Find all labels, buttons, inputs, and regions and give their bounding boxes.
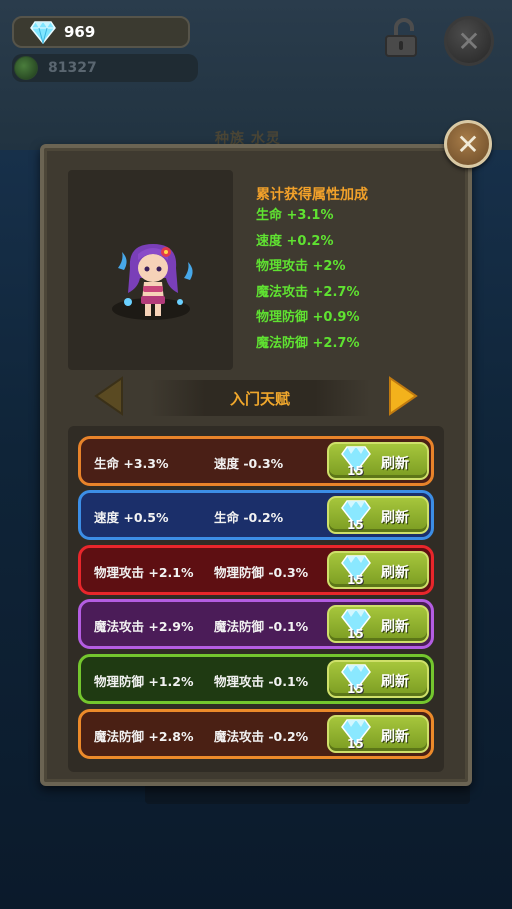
talent-row-2: 速度 +0.5% 生命 -0.2% 15 刷新 [78,490,434,540]
bonus-magic-defense: 魔法防御 +2.7% [256,335,360,351]
orb-amount: 81327 [48,60,97,76]
bonus-hp: 生命 +3.1% [256,208,334,223]
row-stat-secondary: 速度 -0.3% [214,456,284,471]
close-icon[interactable]: ✕ [444,16,494,66]
refresh-cost: 15 [347,573,364,587]
row-stat-secondary: 物理攻击 -0.1% [214,674,309,689]
row-stat-primary: 魔法攻击 +2.9% [94,619,194,634]
row-stat-primary: 生命 +3.3% [94,456,169,471]
talent-row-3: 物理攻击 +2.1% 物理防御 -0.3% 15 刷新 [78,545,434,595]
refresh-cost: 15 [347,682,364,696]
refresh-cost: 15 [347,627,364,641]
hero-portrait [68,170,233,370]
refresh-cost: 15 [347,518,364,532]
refresh-button[interactable]: 15 刷新 [327,496,429,534]
talent-row-6: 魔法防御 +2.8% 魔法攻击 -0.2% 15 刷新 [78,709,434,759]
refresh-label: 刷新 [381,456,409,472]
refresh-cost: 15 [347,464,364,478]
refresh-label: 刷新 [381,510,409,526]
talent-row-4: 魔法攻击 +2.9% 魔法防御 -0.1% 15 刷新 [78,599,434,649]
close-icon[interactable]: ✕ [444,120,492,168]
refresh-label: 刷新 [381,565,409,581]
bonus-physical-attack: 物理攻击 +2% [256,259,346,275]
bonus-physical-defense: 物理防御 +0.9% [256,310,360,326]
row-stat-primary: 物理攻击 +2.1% [94,565,194,580]
arrow-right-icon[interactable] [386,376,420,416]
refresh-label: 刷新 [381,619,409,635]
bonus-title: 累计获得属性加成 [256,187,368,203]
diamond-icon [30,21,56,44]
refresh-button[interactable]: 15 刷新 [327,715,429,753]
refresh-button[interactable]: 15 刷新 [327,551,429,589]
bonus-list: 生命 +3.1% 速度 +0.2% 物理攻击 +2% 魔法攻击 +2.7% 物理… [256,206,359,360]
gem-counter: 969 [12,16,190,48]
refresh-label: 刷新 [381,729,409,745]
talent-name: 入门天赋 [229,389,290,408]
row-stat-primary: 物理防御 +1.2% [94,674,194,689]
row-stat-secondary: 生命 -0.2% [214,510,284,525]
green-orb-icon [14,56,38,80]
refresh-cost: 15 [347,737,364,751]
row-stat-secondary: 魔法防御 -0.1% [214,619,309,634]
gem-amount: 969 [64,23,96,41]
row-stat-primary: 速度 +0.5% [94,510,169,525]
talent-row-5: 物理防御 +1.2% 物理攻击 -0.1% 15 刷新 [78,654,434,704]
row-stat-secondary: 物理防御 -0.3% [214,565,309,580]
talent-row-1: 生命 +3.3% 速度 -0.3% 15 刷新 [78,436,434,486]
row-stat-secondary: 魔法攻击 -0.2% [214,729,309,744]
refresh-label: 刷新 [381,674,409,690]
row-stat-primary: 魔法防御 +2.8% [94,729,194,744]
hero-character [118,244,193,316]
bonus-magic-attack: 魔法攻击 +2.7% [256,284,360,300]
orb-counter: 81327 [12,54,198,82]
arrow-left-icon[interactable] [92,376,126,416]
talent-name-bar: 入门天赋 [150,380,370,416]
bonus-speed: 速度 +0.2% [256,233,334,249]
refresh-button[interactable]: 15 刷新 [327,660,429,698]
unlock-icon[interactable] [382,18,420,58]
refresh-button[interactable]: 15 刷新 [327,605,429,643]
refresh-button[interactable]: 15 刷新 [327,442,429,480]
